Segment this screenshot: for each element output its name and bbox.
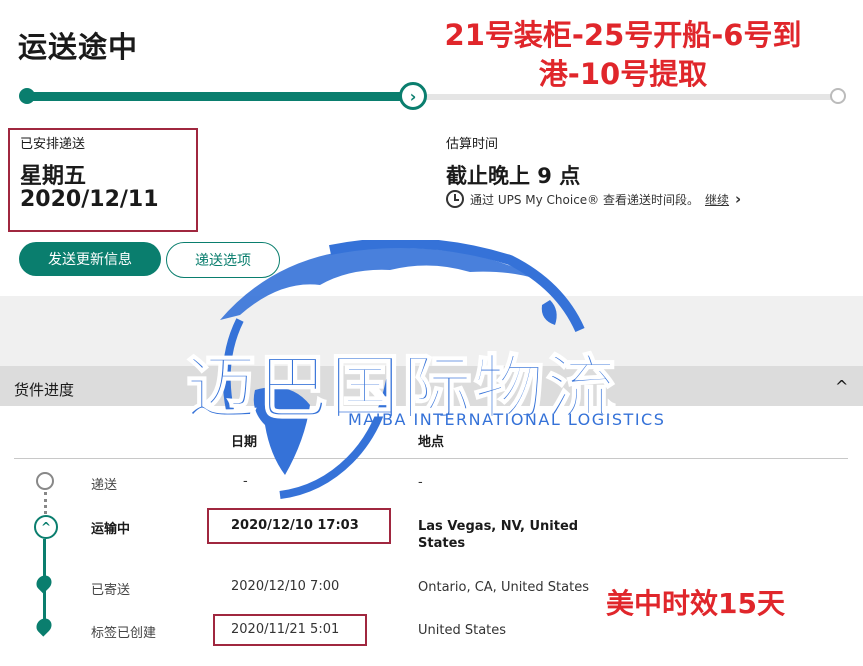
shipped-location-pin-icon (33, 572, 55, 594)
shipping-timeline-annotation: 21号装柜-25号开船-6号到港-10号提取 (444, 18, 802, 91)
progress-start-dot (19, 88, 35, 104)
continue-link[interactable]: 继续 (705, 191, 729, 208)
delivery-day: 星期五 (20, 164, 87, 189)
chevron-right-icon[interactable]: › (735, 190, 741, 208)
header-divider (14, 458, 848, 459)
estimate-info: 通过 UPS My Choice® 查看递送时间段。 继续 › (446, 190, 741, 208)
shipment-progress-title: 货件进度 (14, 381, 75, 399)
row-location: Ontario, CA, United States (418, 580, 589, 595)
estimate-label: 估算时间 (446, 137, 499, 152)
pending-location-pin-icon (36, 472, 54, 490)
delivery-label: 已安排递送 (20, 137, 86, 152)
transit-time-annotation: 美中时效15天 (606, 587, 785, 620)
timeline-dotted-line (44, 492, 47, 514)
row-location: United States (418, 623, 507, 638)
row-status: 递送 (91, 478, 118, 493)
row-status: 运输中 (91, 522, 131, 537)
delivery-options-button[interactable]: 递送选项 (166, 242, 280, 278)
row-status: 已寄送 (91, 583, 131, 598)
tracking-page: 运送途中 21号装柜-25号开船-6号到港-10号提取 › 已安排递送 星期五 … (0, 0, 863, 666)
label-created-location-pin-icon (33, 615, 55, 637)
progress-end-dot (830, 88, 846, 104)
send-updates-button[interactable]: 发送更新信息 (19, 242, 161, 276)
progress-current-step-icon: › (399, 82, 427, 110)
delivery-date: 2020/12/11 (20, 187, 159, 212)
row-status: 标签已创建 (91, 626, 157, 641)
page-title: 运送途中 (18, 30, 139, 64)
in-transit-current-icon: ^ (34, 515, 58, 539)
clock-icon (446, 190, 464, 208)
estimate-value: 截止晚上 9 点 (446, 164, 581, 188)
column-header-date: 日期 (231, 435, 258, 450)
estimate-info-text: 通过 UPS My Choice® 查看递送时间段。 (470, 192, 699, 207)
row-date: 2020/12/10 7:00 (231, 579, 340, 594)
watermark-subtitle: MAIBA INTERNATIONAL LOGISTICS (348, 410, 666, 429)
progress-fill (26, 92, 414, 101)
row-location: Las Vegas, NV, United States (418, 519, 579, 551)
collapse-chevron-icon[interactable]: ^ (835, 377, 848, 396)
row-date: - (243, 474, 248, 489)
row-location: - (418, 475, 423, 490)
column-header-location: 地点 (418, 435, 445, 450)
row-date: 2020/12/10 17:03 (231, 518, 359, 533)
row-date: 2020/11/21 5:01 (231, 622, 340, 637)
